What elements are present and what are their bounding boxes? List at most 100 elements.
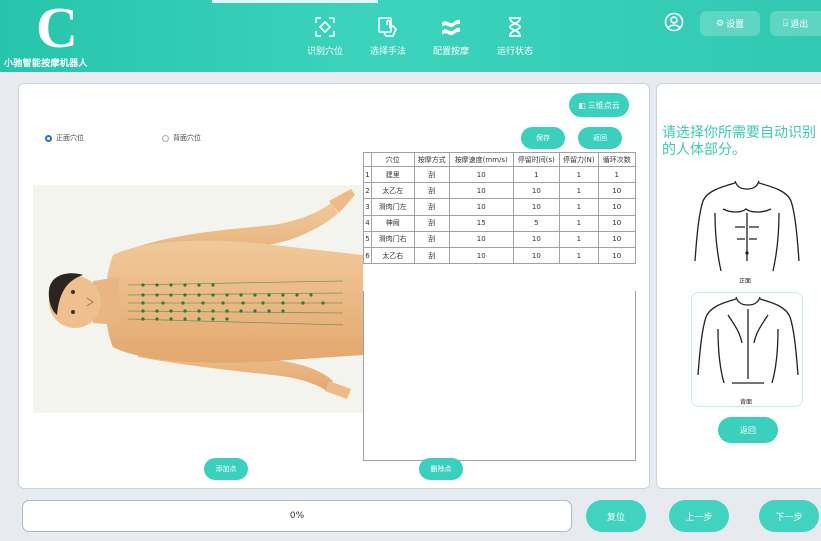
nav-item-recognize-acupoints[interactable]: 识别穴位: [295, 16, 355, 57]
cell-force[interactable]: 1: [559, 165, 599, 184]
reset-button[interactable]: 复位: [586, 500, 646, 532]
cell-method[interactable]: 刮: [413, 182, 450, 200]
column-header: 穴位: [371, 152, 415, 167]
column-header: 停留力(N): [559, 152, 599, 167]
column-header: [362, 152, 373, 167]
cell-acupoint[interactable]: 滑肉门左: [371, 198, 415, 216]
cell-acupoint[interactable]: 神阙: [371, 214, 415, 232]
logout-icon: ⍈: [782, 18, 789, 29]
column-header: 停留时间(s): [512, 152, 561, 167]
table-empty-area: [363, 291, 636, 461]
back-view-label: 背面穴位: [173, 134, 201, 142]
cell-dwell-time[interactable]: 10: [512, 198, 561, 216]
nav-label: 选择手法: [369, 47, 406, 57]
row-index: 2: [362, 182, 373, 200]
nav-item-run-status[interactable]: 运行状态: [485, 16, 545, 57]
cell-dwell-time[interactable]: 10: [512, 182, 561, 200]
cell-method[interactable]: 刮: [413, 246, 450, 265]
app-logo: C: [36, 0, 78, 60]
cell-dwell-time[interactable]: 5: [512, 214, 561, 232]
app-header: C 小驰智能按摩机器人 识别穴位 选择手法 配置按摩 运行状态 ⚙ 设置 ⍈ 退…: [0, 0, 821, 72]
cell-method[interactable]: 刮: [413, 230, 450, 248]
nav-item-configure-massage[interactable]: 配置按摩: [421, 16, 481, 57]
app-title: 小驰智能按摩机器人: [4, 59, 88, 69]
table-row[interactable]: 3 滑肉门左 刮 10 10 1 10: [362, 198, 637, 216]
waves-icon: [442, 19, 460, 36]
front-view-label: 正面穴位: [56, 134, 84, 142]
cell-speed[interactable]: 10: [448, 246, 514, 265]
row-index: 3: [362, 198, 373, 216]
row-index: 1: [362, 165, 373, 184]
radio-indicator: [162, 134, 169, 142]
cell-speed[interactable]: 10: [448, 165, 514, 184]
cell-cycles[interactable]: 10: [597, 214, 637, 232]
body-part-prompt: 请选择你所需要自动识别的人体部分。: [662, 125, 816, 158]
delete-point-button[interactable]: 删除点: [419, 458, 463, 480]
logout-label: 退出: [790, 20, 809, 30]
table-row[interactable]: 4 神阙 刮 15 5 1 10: [362, 214, 637, 232]
acupoint-body-image[interactable]: [33, 185, 363, 413]
progress-text: 0%: [289, 511, 305, 521]
row-index: 6: [362, 246, 373, 265]
next-step-button[interactable]: 下一步: [759, 500, 819, 532]
side-return-button[interactable]: 返回: [718, 417, 778, 443]
cell-force[interactable]: 1: [559, 230, 599, 248]
point-cloud-button[interactable]: ◧ 三维点云: [569, 93, 629, 117]
return-button[interactable]: 返回: [578, 127, 622, 149]
cell-force[interactable]: 1: [559, 246, 599, 265]
user-avatar-icon[interactable]: [664, 12, 684, 32]
column-header: 循环次数: [597, 152, 637, 167]
cell-acupoint[interactable]: 太乙右: [371, 246, 415, 265]
body-figure: [48, 189, 363, 399]
cell-acupoint[interactable]: 太乙左: [371, 182, 415, 200]
table-row[interactable]: 1 建里 刮 10 1 1 1: [362, 165, 637, 184]
cell-force[interactable]: 1: [559, 198, 599, 216]
back-body-option[interactable]: 背面: [691, 292, 803, 407]
cell-method[interactable]: 刮: [413, 214, 450, 232]
nav-label: 配置按摩: [432, 47, 469, 57]
save-button[interactable]: 保存: [521, 127, 565, 149]
back-torso-icon: [697, 296, 799, 384]
add-point-button[interactable]: 添加点: [204, 458, 248, 480]
cell-cycles[interactable]: 10: [597, 246, 637, 265]
hourglass-icon: [509, 17, 521, 37]
cell-dwell-time[interactable]: 10: [512, 230, 561, 248]
logout-button[interactable]: ⍈ 退出: [770, 11, 821, 36]
cell-method[interactable]: 刮: [413, 165, 450, 184]
cell-cycles[interactable]: 10: [597, 198, 637, 216]
cell-acupoint[interactable]: 建里: [371, 165, 415, 184]
cell-force[interactable]: 1: [559, 214, 599, 232]
back-label: 背面: [740, 399, 753, 406]
cell-dwell-time[interactable]: 1: [512, 165, 561, 184]
cell-cycles[interactable]: 10: [597, 182, 637, 200]
acupoint-table: 穴位 按摩方式 按摩速度(mm/s) 停留时间(s) 停留力(N) 循环次数 1…: [362, 152, 637, 265]
cell-speed[interactable]: 10: [448, 230, 514, 248]
progress-bar: 0%: [22, 500, 572, 532]
cell-speed[interactable]: 15: [448, 214, 514, 232]
table-row[interactable]: 6 太乙右 刮 10 10 1 10: [362, 246, 637, 265]
front-view-radio[interactable]: 正面穴位: [45, 133, 84, 143]
cell-method[interactable]: 刮: [413, 198, 450, 216]
previous-step-button[interactable]: 上一步: [669, 500, 729, 532]
radio-selected-indicator: [45, 134, 52, 142]
nav-item-select-technique[interactable]: 选择手法: [358, 16, 418, 57]
target-scan-icon: [315, 17, 335, 37]
cell-acupoint[interactable]: 滑肉门右: [371, 230, 415, 248]
settings-button[interactable]: ⚙ 设置: [700, 11, 760, 36]
row-index: 5: [362, 230, 373, 248]
row-index: 4: [362, 214, 373, 232]
front-label: 正面: [739, 278, 752, 285]
cell-dwell-time[interactable]: 10: [512, 246, 561, 265]
front-body-option[interactable]: 正面: [691, 173, 803, 288]
cell-force[interactable]: 1: [559, 182, 599, 200]
gear-icon: ⚙: [715, 18, 725, 29]
table-row[interactable]: 5 滑肉门右 刮 10 10 1 10: [362, 230, 637, 248]
cell-speed[interactable]: 10: [448, 182, 514, 200]
back-view-radio[interactable]: 背面穴位: [162, 133, 201, 143]
nav-label: 运行状态: [496, 47, 533, 57]
cell-cycles[interactable]: 1: [597, 165, 637, 184]
table-row[interactable]: 2 太乙左 刮 10 10 1 10: [362, 182, 637, 200]
header-top-strip: [212, 0, 378, 3]
cell-speed[interactable]: 10: [448, 198, 514, 216]
cell-cycles[interactable]: 10: [597, 230, 637, 248]
